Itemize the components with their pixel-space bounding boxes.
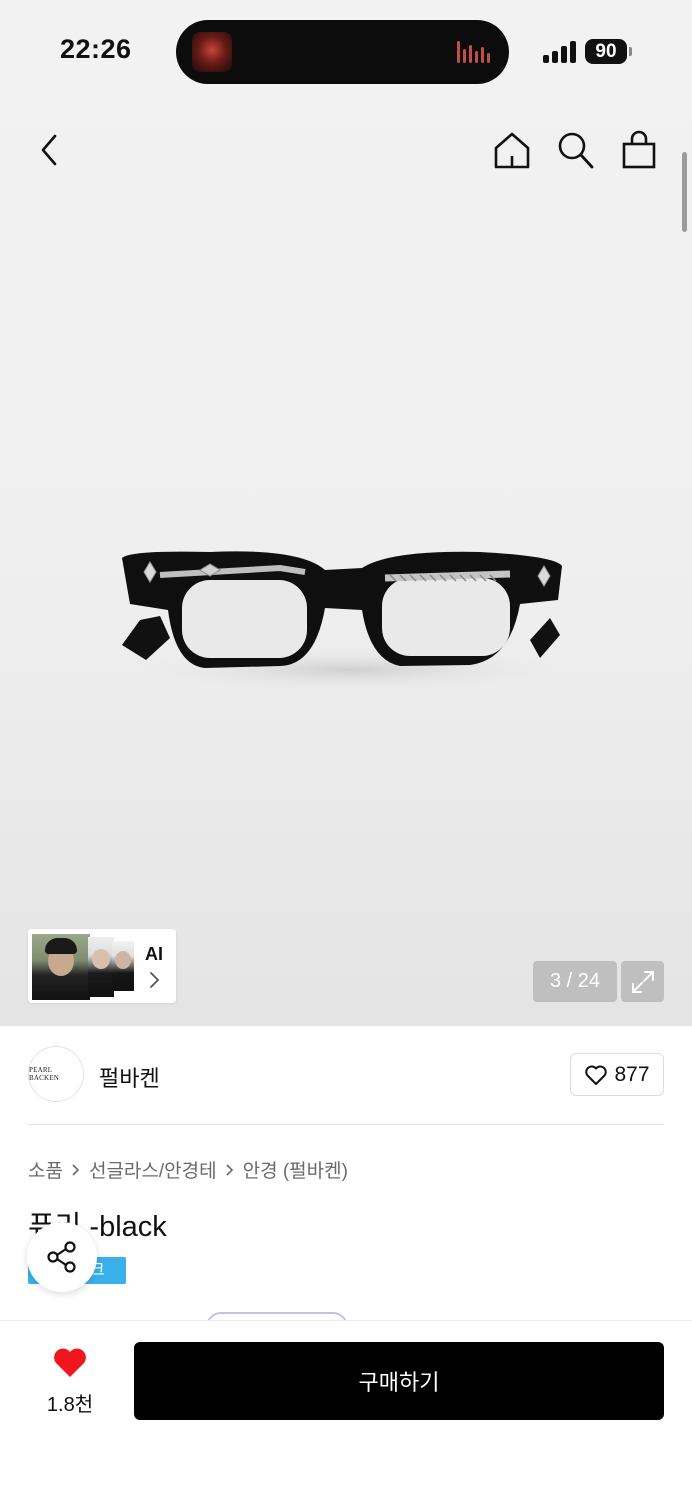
chevron-right-icon [226,1163,233,1176]
dynamic-island[interactable] [176,20,509,84]
brand-name[interactable]: 펄바켄 [99,1061,160,1093]
wishlist-button[interactable]: 1.8천 [36,1347,104,1417]
product-image-area[interactable]: 22:26 90 AI 3 / 24 [0,0,692,1026]
status-time: 22:26 [60,34,132,64]
chevron-right-icon [72,1163,80,1176]
divider [28,1124,664,1125]
home-icon [494,132,530,169]
search-button[interactable] [553,128,597,172]
expand-icon [631,970,654,993]
battery-indicator: 90 [585,39,632,64]
brand-like-count: 877 [614,1062,650,1086]
brand-logo[interactable]: PEARL BACKEN [28,1046,84,1102]
audio-waveform-icon [457,37,493,67]
heart-filled-icon [54,1348,86,1377]
cellular-signal-icon [543,41,577,63]
now-playing-artwork [192,32,232,72]
ai-label: AI [145,944,163,964]
model-photo [112,941,134,991]
back-button[interactable] [28,128,72,172]
bottom-action-bar: 1.8천 구매하기 [0,1320,692,1500]
expand-button[interactable] [621,961,664,1002]
buy-button[interactable]: 구매하기 [134,1342,664,1420]
chevron-right-icon [150,972,160,988]
model-photo [32,934,90,1000]
brand-like-button[interactable]: 877 [570,1053,664,1096]
search-icon [558,132,594,169]
share-icon [47,1241,76,1273]
cart-button[interactable] [617,128,661,172]
ai-style-thumbnail[interactable]: AI [28,929,176,1003]
product-detail-page: 22:26 90 AI 3 / 24 PEARL BACKEN 펄바켄 877 … [0,0,692,1500]
status-bar: 22:26 90 [0,0,692,100]
image-counter: 3 / 24 [533,961,617,1002]
scroll-indicator [682,152,687,232]
back-icon [41,134,57,166]
breadcrumb-item[interactable]: 선글라스/안경테 [89,1156,217,1183]
wishlist-count: 1.8천 [46,1394,94,1416]
bag-icon [622,130,656,169]
heart-outline-icon [585,1065,608,1085]
breadcrumb-item[interactable]: 소품 [28,1156,63,1183]
breadcrumb-item[interactable]: 안경 (펄바켄) [243,1156,348,1183]
product-photo-glasses [122,551,570,692]
model-photo [88,937,114,997]
breadcrumb: 소품 선글라스/안경테 안경 (펄바켄) [28,1156,348,1183]
home-button[interactable] [490,128,534,172]
share-button[interactable] [27,1222,97,1292]
